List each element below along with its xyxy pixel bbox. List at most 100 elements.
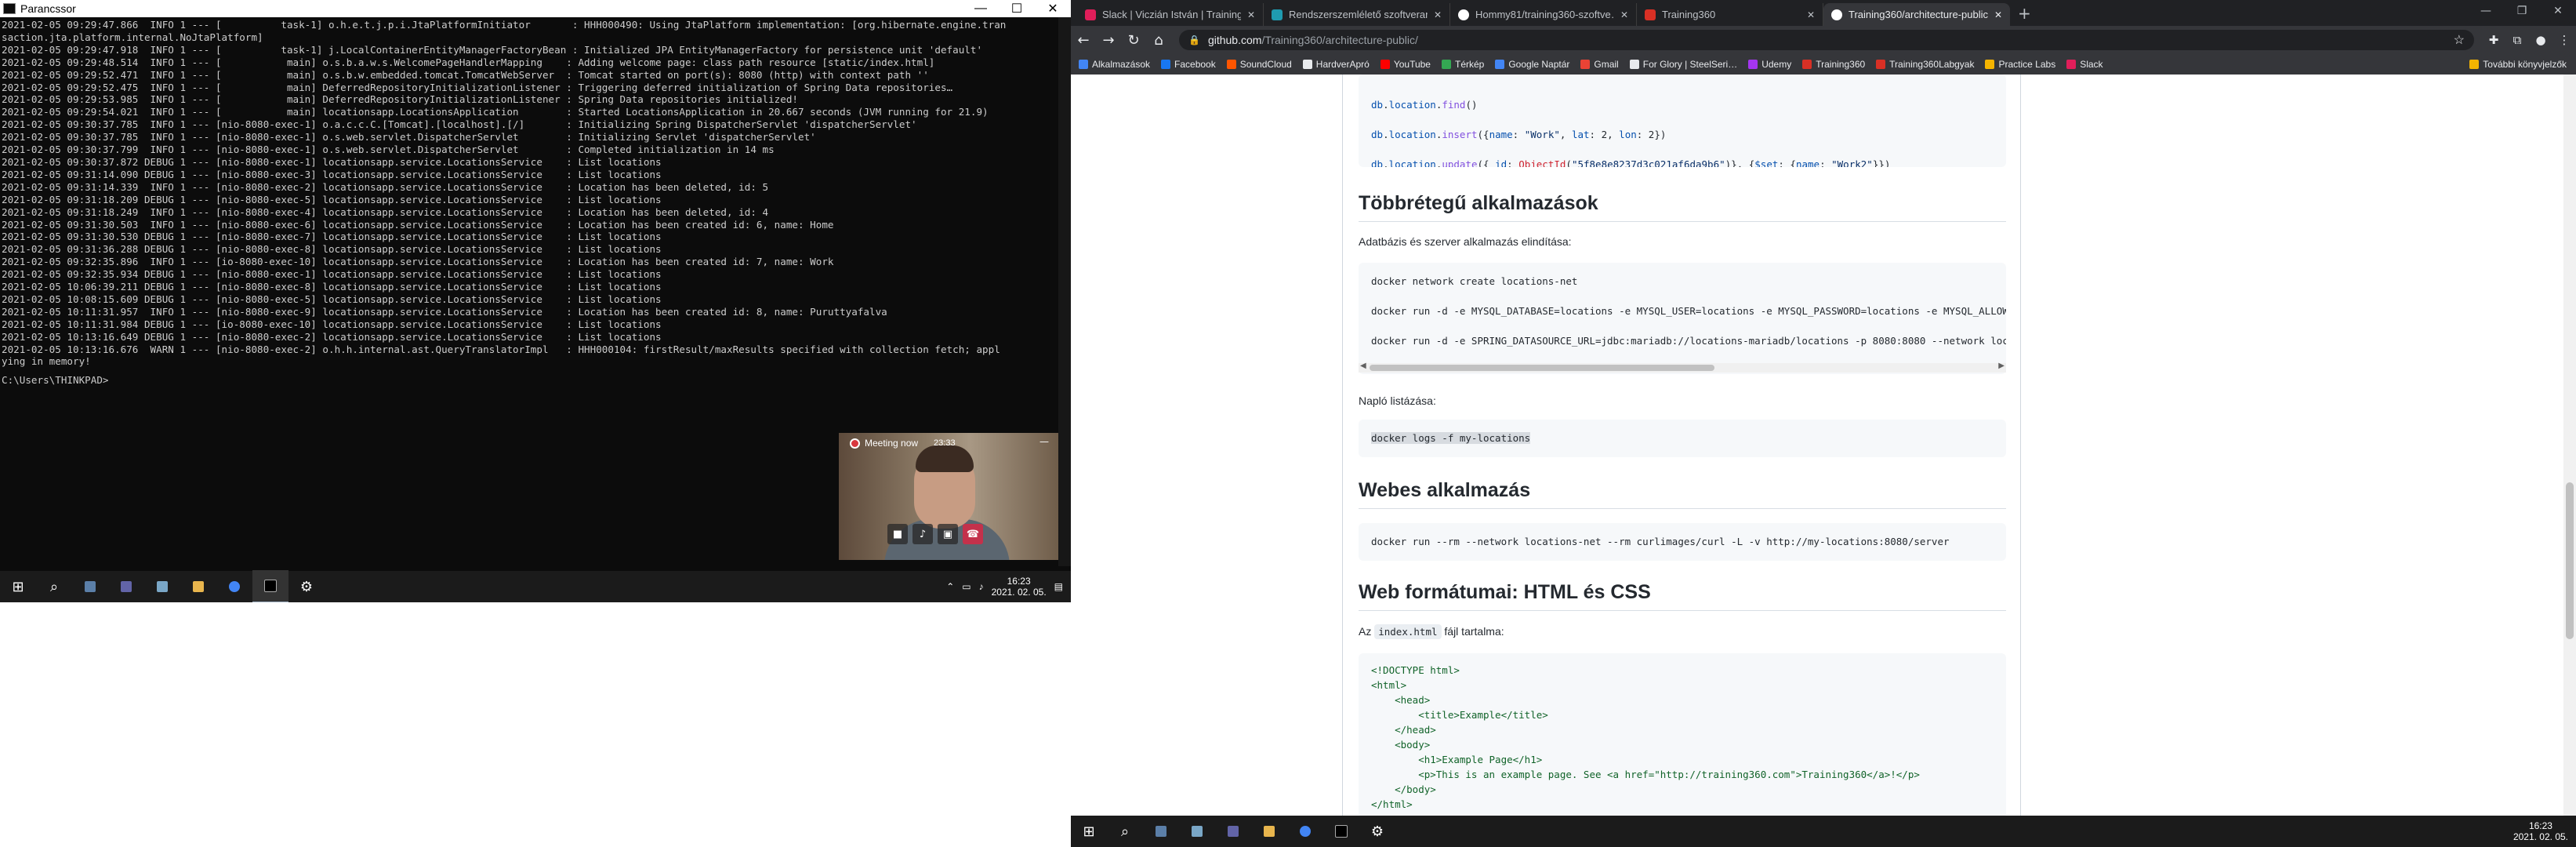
- browser-window[interactable]: Slack | Viczián István | Training360 ✕ R…: [1071, 0, 2576, 816]
- close-tab-icon[interactable]: ✕: [1994, 9, 2002, 20]
- clock[interactable]: 16:23 2021. 02. 05.: [2513, 820, 2568, 842]
- bookmark-training360[interactable]: Training360: [1802, 59, 1865, 70]
- share-screen-icon[interactable]: ▣: [938, 524, 958, 544]
- close-tab-icon[interactable]: ✕: [1620, 9, 1628, 20]
- close-button[interactable]: ✕: [2540, 0, 2576, 22]
- page-content[interactable]: db.location.find() db.location.insert({n…: [1071, 75, 2576, 816]
- app-icon-notes[interactable]: [144, 571, 180, 602]
- console-line: 2021-02-05 09:29:52.471 INFO 1 --- [ mai…: [2, 68, 929, 81]
- bookmark-hardverapro[interactable]: HardverApró: [1302, 59, 1370, 70]
- new-tab-button[interactable]: +: [2010, 4, 2039, 26]
- close-tab-icon[interactable]: ✕: [1807, 9, 1815, 20]
- bookmark-gmail[interactable]: Gmail: [1580, 59, 1619, 70]
- command-prompt[interactable]: C:\Users\THINKPAD>: [0, 374, 1071, 387]
- taskbar-left: ⊞ ⌕ ⚙ ⌃ ▭ ♪ 16:23 2021. 02. 05. ▤: [0, 570, 1071, 602]
- tab-architecture-public[interactable]: Training360/architecture-public ✕: [1823, 3, 2010, 26]
- folder-icon[interactable]: [1251, 816, 1287, 847]
- page-scroll-thumb[interactable]: [2566, 482, 2574, 639]
- scroll-right-icon[interactable]: ▶: [1998, 362, 2005, 370]
- bookmark-forglory[interactable]: For Glory | SteelSeri…: [1629, 59, 1737, 70]
- gear-icon[interactable]: ⚙: [1359, 816, 1395, 847]
- bookmark-label: HardverApró: [1315, 59, 1370, 70]
- profile-icon[interactable]: ●: [2529, 33, 2552, 47]
- console-scrollbar[interactable]: [1058, 17, 1071, 566]
- bookmark-youtube[interactable]: YouTube: [1380, 59, 1431, 70]
- tab-rendszerszemlelet[interactable]: Rendszerszemlélető szoftverarc ✕: [1264, 3, 1450, 26]
- volume-icon[interactable]: ♪: [979, 581, 984, 592]
- bookmark-training360labgyak[interactable]: Training360Labgyak: [1876, 59, 1974, 70]
- forward-icon[interactable]: →: [1096, 32, 1121, 49]
- camera-icon[interactable]: ■: [887, 524, 908, 544]
- cmd-titlebar[interactable]: Parancssor — ☐ ✕: [0, 0, 1071, 17]
- lock-icon[interactable]: 🔒: [1188, 35, 1200, 45]
- console-line: ying in memory!: [2, 355, 91, 368]
- hang-up-icon[interactable]: ☎: [963, 524, 983, 544]
- meeting-minimize-button[interactable]: —: [1039, 436, 1049, 447]
- code-line: <body>: [1371, 739, 1431, 751]
- maximize-button[interactable]: ☐: [999, 1, 1035, 16]
- app-icon-notes[interactable]: [1179, 816, 1215, 847]
- restore-button[interactable]: ❐: [2504, 0, 2540, 22]
- code-block-log[interactable]: docker logs -f my-locations: [1359, 420, 2006, 457]
- clock[interactable]: 16:23 2021. 02. 05.: [992, 576, 1047, 598]
- console-output[interactable]: 2021-02-05 09:29:47.866 INFO 1 --- [ tas…: [0, 17, 1071, 368]
- page-scrollbar[interactable]: [2563, 75, 2576, 816]
- tab-title: Training360: [1662, 9, 1716, 20]
- bookmark-udemy[interactable]: Udemy: [1748, 59, 1791, 70]
- bookmark-terkep[interactable]: Térkép: [1441, 59, 1484, 70]
- microphone-icon[interactable]: ♪: [912, 524, 933, 544]
- code-block-mongo[interactable]: db.location.find() db.location.insert({n…: [1359, 75, 2006, 167]
- chevron-up-icon[interactable]: ⌃: [946, 581, 954, 592]
- app-icon-teams[interactable]: [108, 571, 144, 602]
- bookmark-slack[interactable]: Slack: [2066, 59, 2103, 70]
- start-icon[interactable]: ⊞: [1071, 816, 1107, 847]
- scroll-left-icon[interactable]: ◀: [1360, 362, 1366, 370]
- app-icon-tools[interactable]: [72, 571, 108, 602]
- bookmark-soundcloud[interactable]: SoundCloud: [1226, 59, 1292, 70]
- code-block-docker[interactable]: docker network create locations-net dock…: [1359, 263, 2006, 374]
- close-tab-icon[interactable]: ✕: [1247, 9, 1255, 20]
- folder-icon[interactable]: [180, 571, 216, 602]
- code-block-html[interactable]: <!DOCTYPE html> <html> <head> <title>Exa…: [1359, 653, 2006, 816]
- bookmark-other[interactable]: További könyvjelzők: [2469, 59, 2567, 70]
- chrome-icon[interactable]: [1287, 816, 1323, 847]
- tab-slack[interactable]: Slack | Viczián István | Training360 ✕: [1077, 3, 1264, 26]
- bookmark-label: Practice Labs: [1998, 59, 2056, 70]
- chrome-icon[interactable]: [216, 571, 252, 602]
- puzzle-icon[interactable]: ⧉: [2505, 33, 2529, 47]
- extensions-icon[interactable]: ✚: [2482, 33, 2505, 47]
- start-icon[interactable]: ⊞: [0, 571, 36, 602]
- close-tab-icon[interactable]: ✕: [1434, 9, 1442, 20]
- scroll-thumb[interactable]: [1370, 365, 1714, 371]
- console-line: 2021-02-05 09:31:36.288 DEBUG 1 --- [nio…: [2, 243, 662, 256]
- code-block-curl[interactable]: docker run --rm --network locations-net …: [1359, 523, 2006, 561]
- address-bar[interactable]: 🔒 github.com /Training360/architecture-p…: [1179, 30, 2474, 50]
- bookmark-star-icon[interactable]: ☆: [2454, 32, 2465, 48]
- network-icon[interactable]: ▭: [962, 581, 971, 592]
- close-button[interactable]: ✕: [1035, 1, 1071, 16]
- tab-hommy81[interactable]: Hommy81/training360-szoftve… ✕: [1450, 3, 1637, 26]
- bookmark-apps[interactable]: Alkalmazások: [1079, 59, 1150, 70]
- menu-icon[interactable]: ⋮: [2552, 33, 2576, 47]
- minimize-button[interactable]: —: [2468, 0, 2504, 22]
- back-icon[interactable]: ←: [1071, 32, 1096, 49]
- home-icon[interactable]: ⌂: [1146, 32, 1171, 49]
- bookmark-practicelabs[interactable]: Practice Labs: [1985, 59, 2055, 70]
- gear-icon[interactable]: ⚙: [288, 571, 325, 602]
- minimize-button[interactable]: —: [963, 2, 999, 16]
- system-tray: ⌃ ▭ ♪ 16:23 2021. 02. 05. ▤: [946, 576, 1071, 598]
- search-icon[interactable]: ⌕: [1107, 816, 1143, 847]
- terminal-icon[interactable]: [1323, 816, 1359, 847]
- reload-icon[interactable]: ↻: [1121, 32, 1146, 49]
- bookmark-calendar[interactable]: Google Naptár: [1495, 59, 1569, 70]
- app-icon-tools[interactable]: [1143, 816, 1179, 847]
- meeting-window[interactable]: Meeting now 23:33 — ■ ♪ ▣ ☎: [839, 433, 1058, 560]
- notification-icon[interactable]: ▤: [1054, 581, 1063, 592]
- search-icon[interactable]: ⌕: [36, 571, 72, 602]
- code-horizontal-scrollbar[interactable]: ◀ ▶: [1359, 362, 2006, 373]
- terminal-icon[interactable]: [252, 570, 288, 602]
- cmd-window[interactable]: Parancssor — ☐ ✕ 2021-02-05 09:29:47.866…: [0, 0, 1071, 602]
- app-icon-teams[interactable]: [1215, 816, 1251, 847]
- bookmark-facebook[interactable]: Facebook: [1161, 59, 1216, 70]
- tab-training360[interactable]: Training360 ✕: [1637, 3, 1823, 26]
